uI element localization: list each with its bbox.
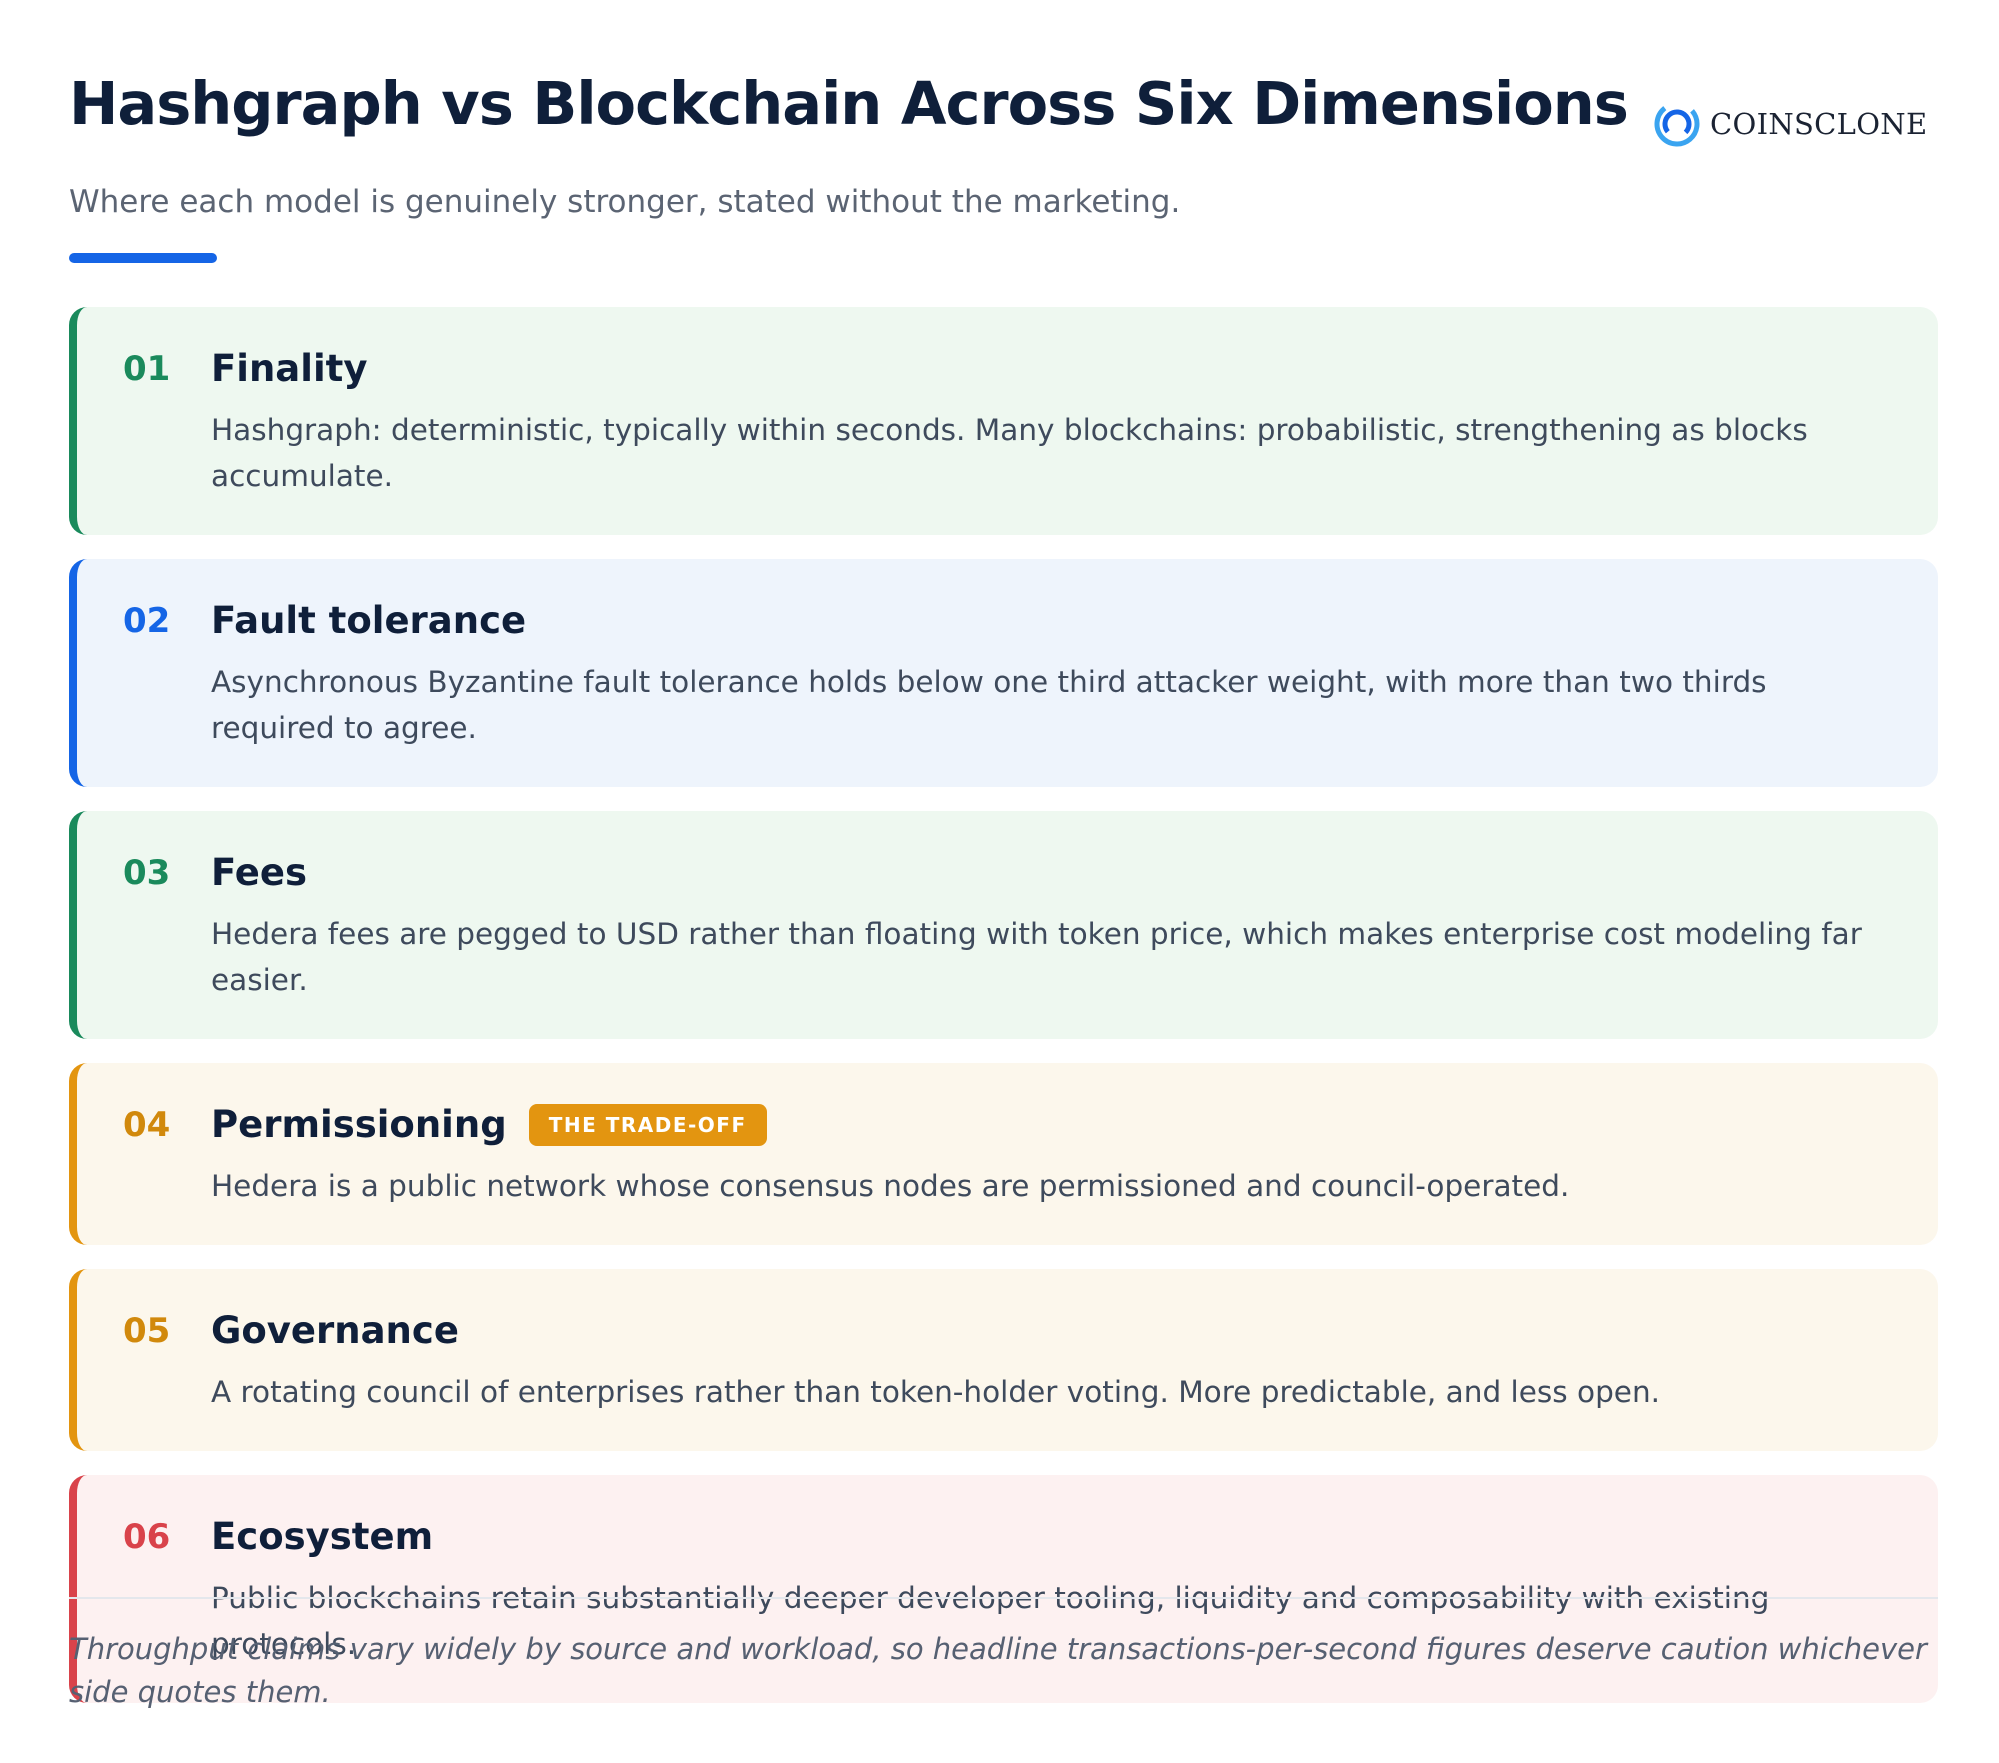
dimension-description: Hedera fees are pegged to USD rather tha… bbox=[211, 917, 1862, 997]
dimension-title: Governance bbox=[211, 1309, 459, 1352]
dimension-body: Permissioning THE TRADE-OFF Hedera is a … bbox=[211, 1099, 1878, 1209]
dimension-number: 04 bbox=[123, 1105, 171, 1145]
infographic-page: Hashgraph vs Blockchain Across Six Dimen… bbox=[69, 0, 1938, 1763]
dimension-title: Fees bbox=[211, 851, 307, 894]
dimension-body: Governance A rotating council of enterpr… bbox=[211, 1305, 1878, 1415]
dimension-number: 05 bbox=[123, 1311, 171, 1351]
brand-logo: COINSCLONE bbox=[1652, 96, 1927, 152]
dimension-title-row: Fees bbox=[211, 847, 1878, 899]
dimension-number: 02 bbox=[123, 601, 171, 641]
dimension-card-governance: 05 Governance A rotating council of ente… bbox=[69, 1269, 1938, 1451]
dimension-number: 01 bbox=[123, 349, 171, 389]
dimension-title: Fault tolerance bbox=[211, 599, 527, 642]
dimension-body: Fault tolerance Asynchronous Byzantine f… bbox=[211, 595, 1878, 751]
dimension-card-fees: 03 Fees Hedera fees are pegged to USD ra… bbox=[69, 811, 1938, 1039]
logo-text: COINSCLONE bbox=[1710, 107, 1928, 141]
dimension-card-permissioning: 04 Permissioning THE TRADE-OFF Hedera is… bbox=[69, 1063, 1938, 1245]
dimension-title: Permissioning bbox=[211, 1103, 507, 1146]
dimension-title-row: Permissioning THE TRADE-OFF bbox=[211, 1099, 1878, 1151]
title-accent-bar bbox=[69, 253, 217, 263]
dimension-card-finality: 01 Finality Hashgraph: deterministic, ty… bbox=[69, 307, 1938, 535]
footer-divider bbox=[69, 1597, 1938, 1599]
dimension-list: 01 Finality Hashgraph: deterministic, ty… bbox=[69, 307, 1938, 1727]
dimension-title: Ecosystem bbox=[211, 1515, 434, 1558]
dimension-card-fault-tolerance: 02 Fault tolerance Asynchronous Byzantin… bbox=[69, 559, 1938, 787]
dimension-title-row: Governance bbox=[211, 1305, 1878, 1357]
dimension-title-row: Finality bbox=[211, 343, 1878, 395]
dimension-title-row: Ecosystem bbox=[211, 1511, 1878, 1563]
page-title: Hashgraph vs Blockchain Across Six Dimen… bbox=[69, 69, 1629, 138]
dimension-description: Asynchronous Byzantine fault tolerance h… bbox=[211, 665, 1767, 745]
page-subtitle: Where each model is genuinely stronger, … bbox=[69, 184, 1181, 220]
dimension-body: Fees Hedera fees are pegged to USD rathe… bbox=[211, 847, 1878, 1003]
dimension-title-row: Fault tolerance bbox=[211, 595, 1878, 647]
dimension-body: Finality Hashgraph: deterministic, typic… bbox=[211, 343, 1878, 499]
dimension-description: A rotating council of enterprises rather… bbox=[211, 1375, 1661, 1409]
trade-off-badge: THE TRADE-OFF bbox=[528, 1104, 767, 1146]
dimension-number: 03 bbox=[123, 853, 171, 893]
coinsclone-logo-icon bbox=[1654, 101, 1700, 147]
dimension-description: Hashgraph: deterministic, typically with… bbox=[211, 413, 1808, 493]
header: Hashgraph vs Blockchain Across Six Dimen… bbox=[69, 0, 1938, 290]
footnote: Throughput claims vary widely by source … bbox=[69, 1632, 1927, 1709]
dimension-description: Hedera is a public network whose consens… bbox=[211, 1169, 1570, 1203]
dimension-title: Finality bbox=[211, 347, 368, 390]
